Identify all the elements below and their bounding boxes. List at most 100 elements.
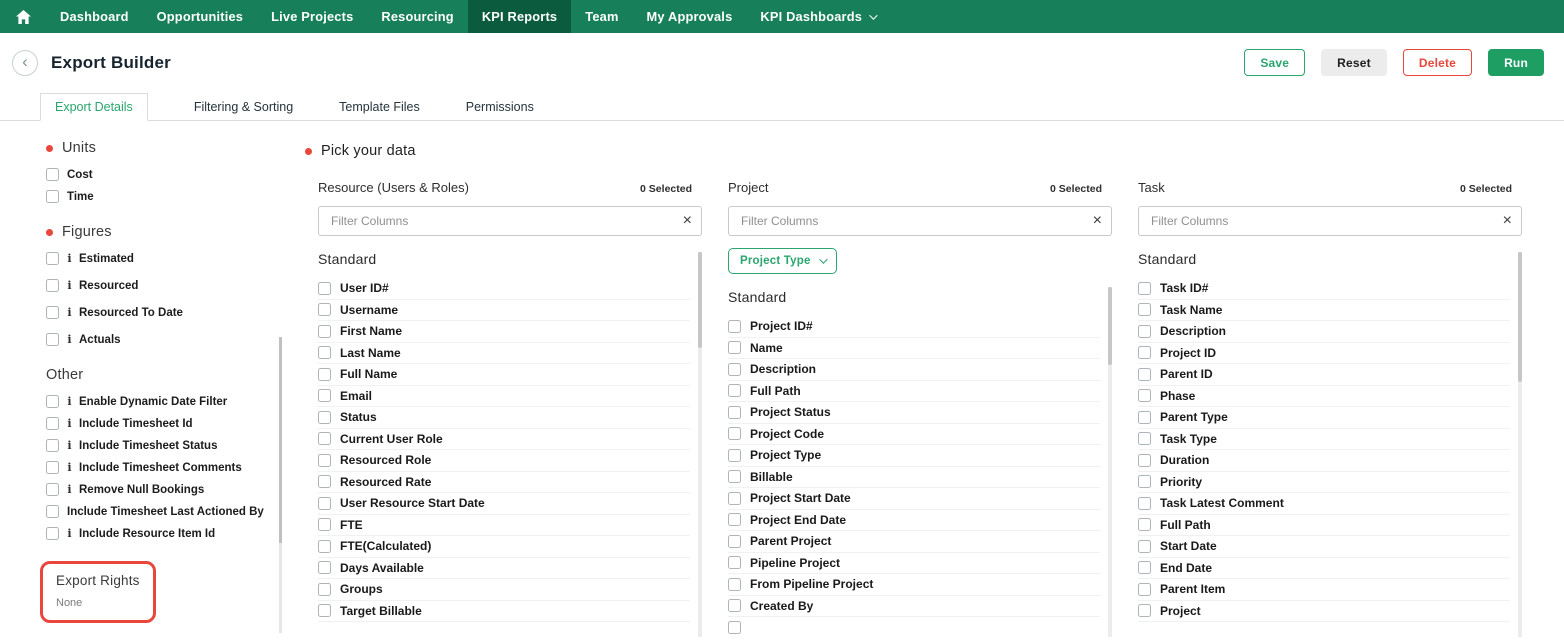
info-icon[interactable]: i [67,527,72,540]
tab-permissions[interactable]: Permissions [466,94,534,121]
save-button[interactable]: Save [1244,49,1306,76]
checkbox[interactable] [1138,518,1151,532]
checkbox[interactable] [46,505,59,518]
column-scrollbar[interactable] [1518,252,1522,637]
clear-icon[interactable]: × [1093,213,1102,229]
checkbox[interactable] [318,410,331,424]
info-icon[interactable]: i [67,395,72,408]
checkbox[interactable] [728,448,741,462]
nav-item-team[interactable]: Team [571,0,632,33]
checkbox[interactable] [318,604,331,618]
checkbox[interactable] [46,252,59,265]
checkbox[interactable] [1138,367,1151,381]
checkbox[interactable] [728,599,741,613]
clear-icon[interactable]: × [683,213,692,229]
tab-template-files[interactable]: Template Files [339,94,420,121]
info-icon[interactable]: i [67,439,72,452]
checkbox[interactable] [1138,496,1151,510]
checkbox[interactable] [318,346,331,360]
checkbox[interactable] [318,518,331,532]
nav-item-opportunities[interactable]: Opportunities [143,0,258,33]
column-scrollbar[interactable] [698,252,702,637]
info-icon[interactable]: i [67,483,72,496]
checkbox[interactable] [1138,281,1151,295]
sidebar-scrollbar-thumb[interactable] [279,337,282,543]
column-scrollbar-thumb[interactable] [698,252,702,348]
checkbox[interactable] [46,483,59,496]
tab-export-details[interactable]: Export Details [40,92,148,121]
checkbox[interactable] [46,527,59,540]
checkbox[interactable] [1138,475,1151,489]
checkbox[interactable] [46,333,59,346]
nav-item-my-approvals[interactable]: My Approvals [633,0,747,33]
nav-item-kpi-dashboards[interactable]: KPI Dashboards [746,0,889,33]
checkbox[interactable] [318,303,331,317]
checkbox[interactable] [1138,432,1151,446]
checkbox[interactable] [728,534,741,548]
checkbox[interactable] [728,491,741,505]
checkbox[interactable] [1138,604,1151,618]
checkbox[interactable] [1138,346,1151,360]
checkbox[interactable] [318,582,331,596]
checkbox[interactable] [1138,324,1151,338]
info-icon[interactable]: i [67,252,72,265]
nav-item-resourcing[interactable]: Resourcing [367,0,467,33]
info-icon[interactable]: i [67,279,72,292]
checkbox[interactable] [728,341,741,355]
nav-item-live-projects[interactable]: Live Projects [257,0,367,33]
checkbox[interactable] [46,461,59,474]
column-scrollbar-thumb[interactable] [1518,252,1522,382]
checkbox[interactable] [1138,453,1151,467]
checkbox[interactable] [728,384,741,398]
checkbox[interactable] [318,389,331,403]
checkbox[interactable] [46,395,59,408]
info-icon[interactable]: i [67,306,72,319]
checkbox[interactable] [728,362,741,376]
info-icon[interactable]: i [67,417,72,430]
nav-item-kpi-reports[interactable]: KPI Reports [467,0,572,33]
checkbox[interactable] [728,427,741,441]
checkbox[interactable] [728,620,741,634]
checkbox[interactable] [728,577,741,591]
reset-button[interactable]: Reset [1321,49,1387,76]
checkbox[interactable] [1138,303,1151,317]
filter-columns-input[interactable] [329,213,671,229]
checkbox[interactable] [46,168,59,181]
checkbox[interactable] [318,324,331,338]
filter-chip-project-type[interactable]: Project Type [728,248,837,274]
sidebar-scrollbar[interactable] [279,337,282,633]
tab-filtering-sorting[interactable]: Filtering & Sorting [194,94,293,121]
filter-columns-input[interactable] [739,213,1081,229]
info-icon[interactable]: i [67,461,72,474]
delete-button[interactable]: Delete [1402,49,1473,76]
checkbox[interactable] [728,513,741,527]
column-scrollbar-thumb[interactable] [1108,287,1112,365]
column-scrollbar[interactable] [1108,287,1112,637]
checkbox[interactable] [1138,582,1151,596]
back-button[interactable]: ‹ [12,49,38,76]
home-icon[interactable] [0,0,46,33]
nav-item-dashboard[interactable]: Dashboard [46,0,143,33]
checkbox[interactable] [728,556,741,570]
checkbox[interactable] [46,279,59,292]
checkbox[interactable] [318,367,331,381]
checkbox[interactable] [1138,410,1151,424]
checkbox[interactable] [728,405,741,419]
checkbox[interactable] [46,190,59,203]
checkbox[interactable] [318,496,331,510]
info-icon[interactable]: i [67,333,72,346]
filter-columns-input[interactable] [1149,213,1491,229]
checkbox[interactable] [318,561,331,575]
checkbox[interactable] [46,306,59,319]
clear-icon[interactable]: × [1503,213,1512,229]
run-button[interactable]: Run [1488,49,1544,76]
checkbox[interactable] [1138,539,1151,553]
checkbox[interactable] [318,475,331,489]
checkbox[interactable] [1138,561,1151,575]
checkbox[interactable] [318,539,331,553]
checkbox[interactable] [1138,389,1151,403]
checkbox[interactable] [728,319,741,333]
checkbox[interactable] [728,470,741,484]
checkbox[interactable] [318,281,331,295]
checkbox[interactable] [318,432,331,446]
